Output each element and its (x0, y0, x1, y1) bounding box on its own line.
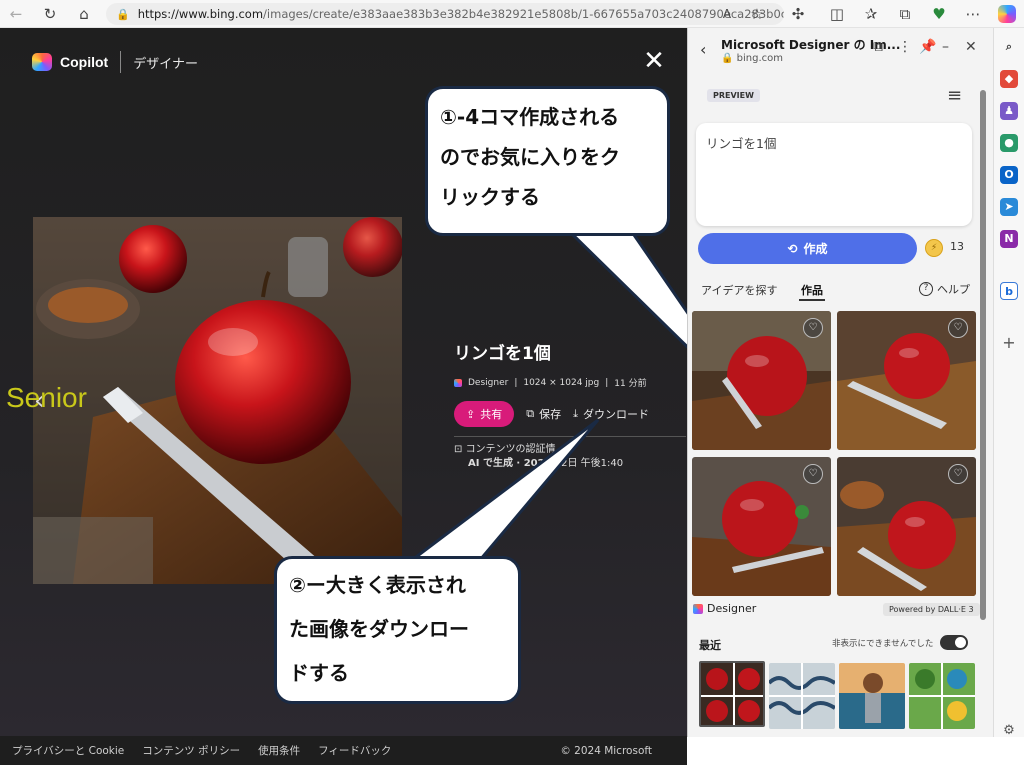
result-thumbnail-2[interactable]: ♡ (837, 311, 976, 450)
recent-thumbnail-3[interactable] (839, 663, 905, 729)
footer-terms-link[interactable]: 使用条件 (258, 743, 300, 758)
open-in-new-tab-icon[interactable]: ⧉ (873, 39, 883, 55)
recent-heading: 最近 (699, 639, 721, 652)
outlook-icon[interactable]: O (1000, 166, 1018, 184)
callout1-line-3: リックする (440, 185, 540, 209)
shopping-icon[interactable]: ◆ (1000, 70, 1018, 88)
hamburger-menu-icon[interactable]: ≡ (947, 85, 962, 106)
tab-active-indicator (799, 299, 825, 301)
recent-thumbnail-2[interactable] (769, 663, 835, 729)
prompt-input[interactable]: リンゴを1個 (696, 123, 972, 226)
boost-count: 13 (950, 240, 964, 253)
footer-feedback-link[interactable]: フィードバック (318, 743, 391, 758)
pin-icon[interactable]: 📌 (919, 39, 936, 55)
help-icon: ? (919, 282, 933, 296)
panel-scrollbar[interactable] (980, 90, 986, 620)
no-hide-label: 非表示にできませんでした (832, 639, 934, 649)
result-thumbnail-3[interactable]: ♡ (692, 457, 831, 596)
callout-favorite: ①-4コマ作成される のでお気に入りをク リックする (425, 86, 670, 236)
search-icon[interactable]: ⌕ (1000, 38, 1018, 56)
panel-subtitle: 🔒 bing.com (721, 53, 783, 64)
favorite-icon[interactable]: ♡ (948, 318, 968, 338)
result-thumbnail-4[interactable]: ♡ (837, 457, 976, 596)
site-lock-icon: 🔒 (721, 53, 737, 64)
recent-thumbnail-1[interactable] (699, 661, 765, 727)
footer-copyright: © 2024 Microsoft (560, 744, 652, 757)
callout2-line-1: ②ー大きく表示され (289, 573, 466, 597)
tools-icon[interactable]: ♟ (1000, 102, 1018, 120)
callout1-line-1: ①-4コマ作成される (440, 105, 620, 129)
designer-tag: Designer (693, 602, 756, 615)
panel-more-icon[interactable]: ⋮ (898, 39, 912, 55)
preview-badge: PREVIEW (707, 89, 760, 102)
help-link[interactable]: ? ヘルプ (919, 281, 970, 297)
tab-creations[interactable]: 作品 (801, 282, 823, 298)
panel-close-icon[interactable]: ✕ (965, 39, 977, 55)
callout2-line-3: ドする (289, 661, 349, 685)
recent-thumbnail-4[interactable] (909, 663, 975, 729)
help-label: ヘルプ (937, 283, 970, 296)
callout2-line-2: た画像をダウンロー (289, 617, 469, 641)
minimize-icon[interactable]: – (942, 39, 949, 55)
create-button[interactable]: ⟲ 作成 (698, 233, 917, 264)
create-label: 作成 (803, 242, 828, 256)
panel-back-icon[interactable]: ‹ (700, 40, 706, 59)
games-icon[interactable]: ● (1000, 134, 1018, 152)
hide-toggle[interactable] (940, 635, 968, 650)
edge-sidebar: ⌕ ◆ ♟ ● O ➤ N b + ⚙ (993, 28, 1024, 740)
onenote-icon[interactable]: N (1000, 230, 1018, 248)
dalle-badge: Powered by DALL·E 3 (883, 603, 980, 616)
designer-tag-label: Designer (707, 602, 757, 615)
page-footer: プライバシーと Cookie コンテンツ ポリシー 使用条件 フィードバック ©… (0, 736, 687, 765)
send-icon[interactable]: ➤ (1000, 198, 1018, 216)
designer-side-panel: ‹ Microsoft Designer の Im... 🔒 bing.com … (687, 28, 993, 737)
bing-icon[interactable]: b (1000, 282, 1018, 300)
boost-coin-icon: ⚡ (925, 239, 943, 257)
footer-content-policy-link[interactable]: コンテンツ ポリシー (142, 743, 240, 758)
designer-small-logo-icon (693, 603, 703, 614)
favorite-icon[interactable]: ♡ (803, 318, 823, 338)
tab-explore-ideas[interactable]: アイデアを探す (701, 282, 777, 298)
add-icon[interactable]: + (1000, 334, 1018, 352)
favorite-icon[interactable]: ♡ (948, 464, 968, 484)
footer-privacy-link[interactable]: プライバシーと Cookie (12, 743, 124, 758)
callout1-line-2: のでお気に入りをク (440, 145, 620, 169)
create-icon: ⟲ (787, 241, 798, 256)
favorite-icon[interactable]: ♡ (803, 464, 823, 484)
callout-download: ②ー大きく表示され た画像をダウンロー ドする (274, 556, 521, 704)
result-thumbnail-1[interactable]: ♡ (692, 311, 831, 450)
settings-gear-icon[interactable]: ⚙ (1000, 722, 1018, 740)
